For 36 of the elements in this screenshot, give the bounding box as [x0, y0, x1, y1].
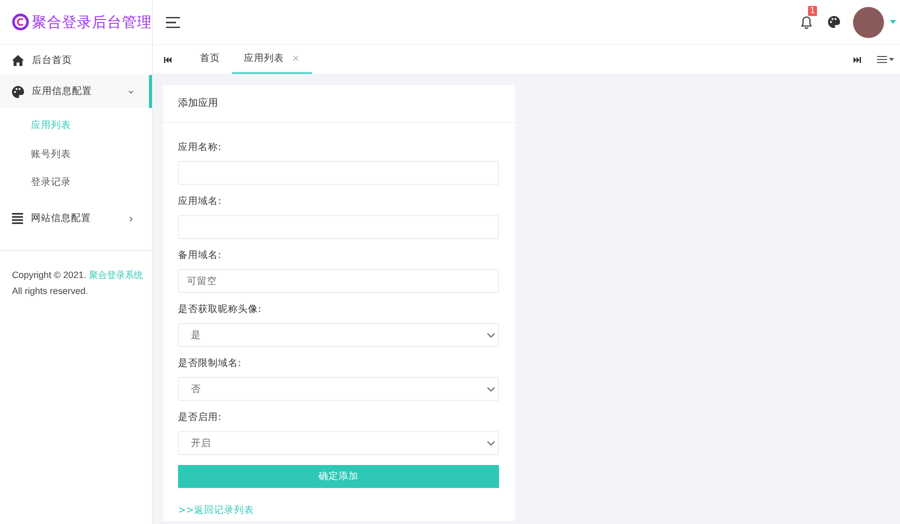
skip-forward-icon	[853, 56, 861, 62]
input-field[interactable]: 可留空	[178, 269, 499, 293]
tab[interactable]: 应用列表 ×	[232, 45, 312, 74]
home-icon	[12, 54, 24, 66]
notification-badge: 1	[808, 6, 818, 16]
bell-icon	[801, 16, 812, 28]
select-field[interactable]: 是	[178, 323, 499, 347]
caret-icon	[890, 20, 896, 24]
chevron-down-icon	[487, 332, 495, 338]
sidebar-item[interactable]: 网站信息配置	[0, 204, 152, 234]
menu-icon	[166, 16, 180, 28]
skip-back-icon	[164, 56, 172, 62]
field-label: 应用名称:	[178, 141, 222, 154]
menu-dropdown-icon	[877, 56, 894, 63]
field-label: 应用域名:	[178, 195, 222, 208]
avatar[interactable]	[853, 6, 884, 38]
select-field[interactable]: 否	[178, 377, 499, 401]
palette-icon	[12, 86, 24, 98]
tab[interactable]: 首页	[188, 45, 232, 74]
select-field[interactable]: 开启	[178, 431, 499, 455]
app-title: 聚合登录后台管理	[32, 14, 152, 32]
card-title: 添加应用	[163, 85, 515, 123]
copyright-text: Copyright © 2021. 聚合登录系统 All rights reserved.	[12, 268, 144, 298]
list-icon	[12, 213, 23, 224]
field-label: 备用域名:	[178, 249, 222, 262]
logo-icon	[12, 12, 29, 32]
field-label: 是否获取昵称头像:	[178, 303, 262, 316]
palette-icon	[828, 16, 840, 28]
sidebar-subitem[interactable]: 账号列表	[0, 140, 152, 169]
chevron-down-icon	[487, 386, 495, 392]
sidebar-subitem[interactable]: 登录记录	[0, 169, 152, 198]
sidebar-item[interactable]: 应用信息配置	[0, 75, 152, 108]
field-label: 是否启用:	[178, 411, 222, 424]
chevron-down-icon	[487, 440, 495, 446]
sidebar-item[interactable]: 后台首页	[0, 45, 152, 75]
field-label: 是否限制域名:	[178, 357, 242, 370]
